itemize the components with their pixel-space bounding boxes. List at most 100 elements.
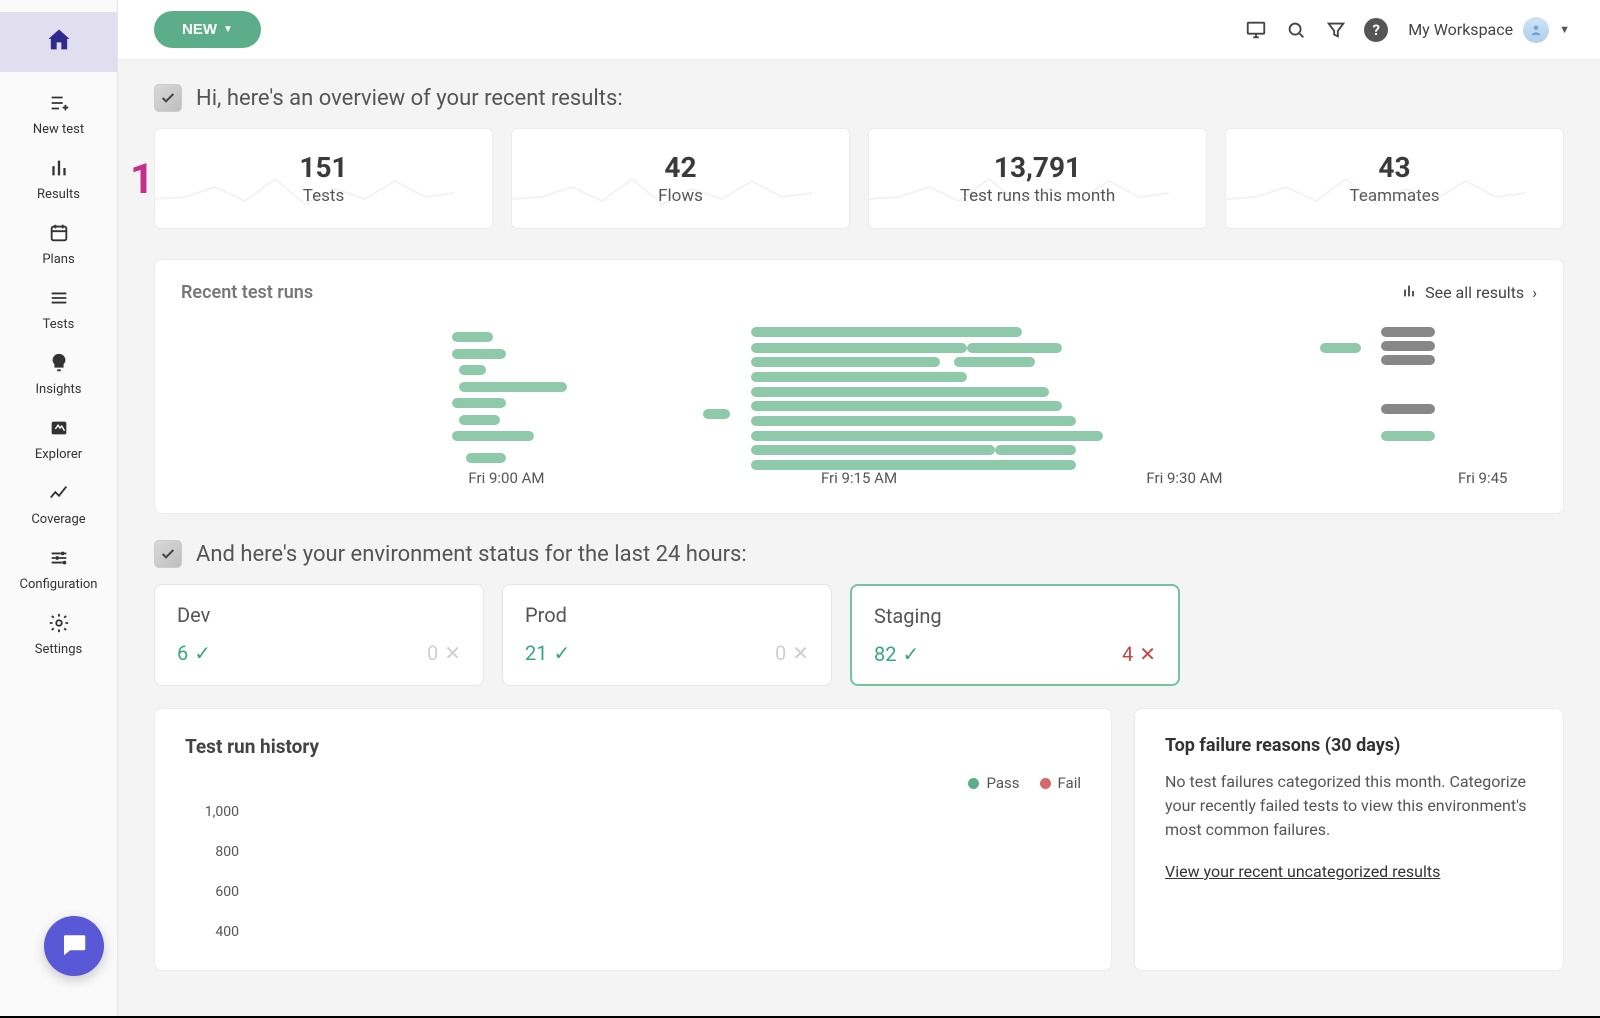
tests-icon (48, 287, 70, 313)
sidebar-item-configuration[interactable]: Configuration (0, 537, 117, 602)
monitor-icon[interactable] (1236, 10, 1276, 50)
env-name: Staging (874, 604, 1156, 628)
run-band (967, 343, 1062, 353)
env-status-header: And here's your environment status for t… (154, 540, 1564, 568)
env-card[interactable]: Staging 82 ✓ 4 ✕ (850, 584, 1180, 686)
sidebar-item-results[interactable]: Results (0, 147, 117, 212)
run-band (1381, 327, 1435, 337)
env-fail: 0 ✕ (427, 641, 461, 665)
sparkline-icon (155, 159, 455, 209)
sidebar-item-coverage[interactable]: Coverage (0, 472, 117, 537)
chat-bubble[interactable] (44, 916, 104, 976)
see-all-results-link[interactable]: See all results › (1401, 283, 1537, 303)
sidebar-item-new-test[interactable]: New test (0, 82, 117, 147)
chat-icon (59, 929, 89, 963)
run-band (954, 357, 1035, 367)
env-name: Dev (177, 603, 461, 627)
sidebar-item-explorer[interactable]: Explorer (0, 407, 117, 472)
panel-head: Recent test runs See all results › (181, 282, 1537, 303)
new-label: NEW (182, 21, 217, 38)
overview-title: Hi, here's an overview of your recent re… (196, 86, 623, 111)
run-band (1381, 431, 1435, 441)
check-icon: ✓ (553, 641, 570, 665)
run-band (751, 387, 1009, 397)
failures-title: Top failure reasons (30 days) (1165, 735, 1533, 756)
stat-card[interactable]: 42 Flows (511, 128, 850, 229)
settings-icon (48, 612, 70, 638)
env-pass: 6 ✓ (177, 641, 211, 665)
sidebar-item-label: Explorer (35, 447, 82, 462)
run-band (751, 401, 1063, 411)
env-card[interactable]: Prod 21 ✓ 0 ✕ (502, 584, 832, 686)
stat-card[interactable]: 151 Tests (154, 128, 493, 229)
emblem-icon (154, 540, 182, 568)
sidebar-item-label: Configuration (20, 577, 98, 592)
env-name: Prod (525, 603, 809, 627)
bar-chart-icon (1401, 283, 1417, 303)
avatar-icon (1523, 17, 1549, 43)
legend-fail: Fail (1040, 774, 1082, 792)
y-tick: 400 (185, 924, 239, 940)
env-pass: 21 ✓ (525, 641, 570, 665)
axis-tick: Fri 9:00 AM (468, 469, 544, 487)
y-tick: 800 (185, 844, 239, 860)
history-panel: Test run history Pass Fail 1,00080060040… (154, 708, 1112, 971)
recent-runs-panel: Recent test runs See all results › Fri 9… (154, 259, 1564, 514)
search-icon[interactable] (1276, 10, 1316, 50)
topbar: NEW ▼ ? My Workspace ▼ (118, 0, 1600, 60)
home-icon (45, 26, 73, 58)
sparkline-icon (1226, 159, 1526, 209)
sidebar-item-label: Results (37, 187, 80, 202)
failures-link[interactable]: View your recent uncategorized results (1165, 862, 1440, 881)
env-row: Dev 6 ✓ 0 ✕ Prod 21 ✓ 0 ✕ Staging 82 ✓ 4… (154, 584, 1564, 686)
env-card[interactable]: Dev 6 ✓ 0 ✕ (154, 584, 484, 686)
run-band (995, 445, 1076, 455)
recent-runs-title: Recent test runs (181, 282, 313, 303)
run-band (1381, 404, 1435, 414)
run-band (459, 415, 500, 425)
workspace-label: My Workspace (1408, 20, 1513, 39)
caret-down-icon: ▼ (223, 24, 233, 35)
sidebar-item-label: Insights (35, 382, 81, 397)
run-band (751, 445, 995, 455)
y-tick: 1,000 (185, 804, 239, 820)
stat-card[interactable]: 43 Teammates (1225, 128, 1564, 229)
filter-icon[interactable] (1316, 10, 1356, 50)
run-band (452, 398, 506, 408)
sidebar-item-plans[interactable]: Plans (0, 212, 117, 277)
run-band (459, 382, 567, 392)
sparkline-icon (512, 159, 812, 209)
sidebar-item-settings[interactable]: Settings (0, 602, 117, 667)
chart-legend: Pass Fail (185, 774, 1081, 792)
y-axis: 1,000800600400 (185, 804, 239, 944)
coverage-icon (48, 482, 70, 508)
content: Hi, here's an overview of your recent re… (118, 60, 1600, 1018)
axis-tick: Fri 9:30 AM (1146, 469, 1222, 487)
sidebar-item-insights[interactable]: Insights (0, 342, 117, 407)
help-icon[interactable]: ? (1356, 10, 1396, 50)
stat-card[interactable]: 13,791 Test runs this month (868, 128, 1207, 229)
insights-icon (48, 352, 70, 378)
run-band (751, 460, 1076, 470)
history-chart: 1,000800600400 (185, 804, 1081, 944)
sidebar-item-label: Tests (43, 317, 75, 332)
run-band (703, 409, 730, 419)
new-button[interactable]: NEW ▼ (154, 11, 261, 48)
workspace-selector[interactable]: My Workspace ▼ (1408, 17, 1570, 43)
run-band (466, 453, 507, 463)
results-icon (48, 157, 70, 183)
env-fail: 0 ✕ (775, 641, 809, 665)
sparkline-icon (869, 159, 1169, 209)
bottom-row: Test run history Pass Fail 1,00080060040… (154, 708, 1564, 971)
new-test-icon (48, 92, 70, 118)
run-band (452, 349, 506, 359)
axis-tick: Fri 9:15 AM (821, 469, 897, 487)
run-band (459, 365, 486, 375)
overview-header: Hi, here's an overview of your recent re… (154, 84, 1564, 112)
x-icon: ✕ (792, 641, 809, 665)
sidebar-home[interactable] (0, 12, 117, 72)
emblem-icon (154, 84, 182, 112)
axis-tick: Fri 9:45 (1458, 469, 1507, 487)
sidebar-item-tests[interactable]: Tests (0, 277, 117, 342)
run-band (1320, 343, 1361, 353)
